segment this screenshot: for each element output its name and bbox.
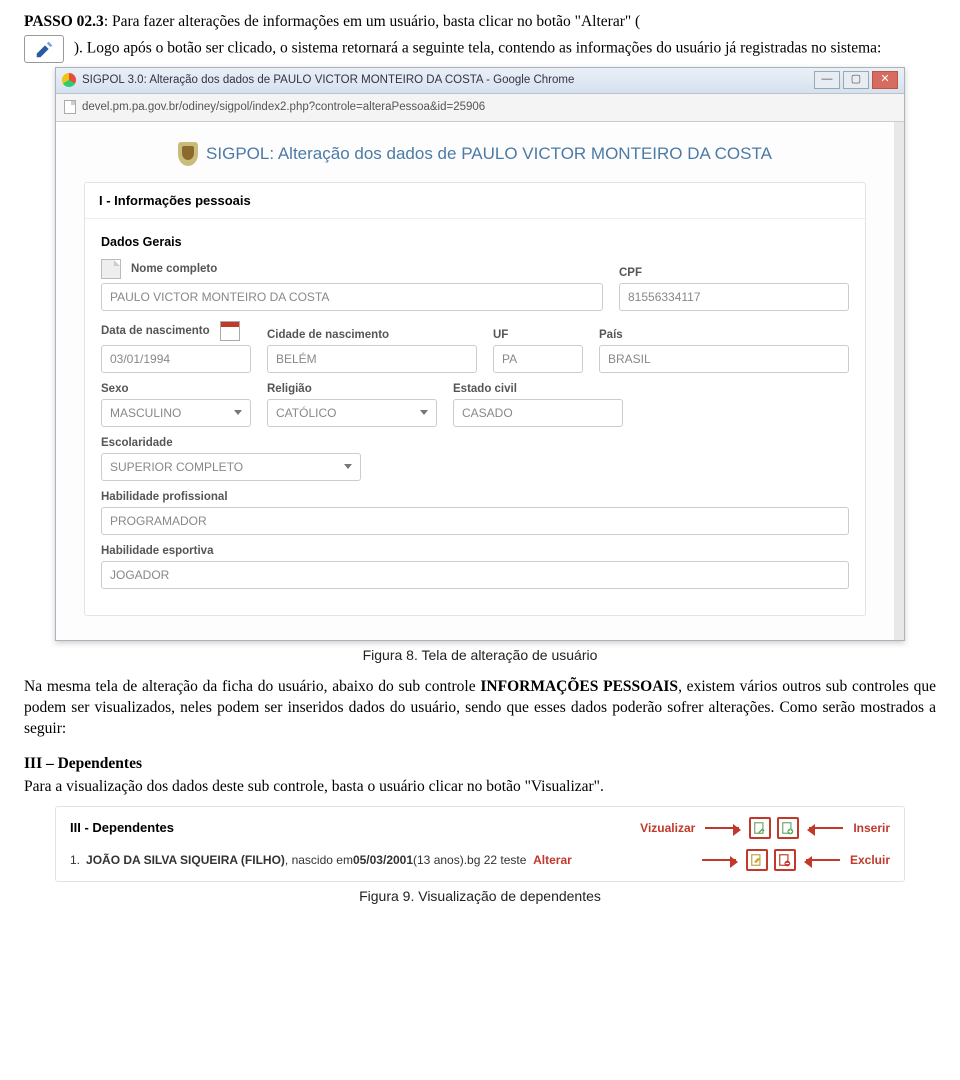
cnasc-input[interactable]: BELÉM	[267, 345, 477, 373]
pais-label: País	[599, 329, 849, 341]
hp-input[interactable]: PROGRAMADOR	[101, 507, 849, 535]
page-content[interactable]: SIGPOL: Alteração dos dados de PAULO VIC…	[56, 122, 904, 640]
page-title: SIGPOL: Alteração dos dados de PAULO VIC…	[84, 142, 866, 166]
row-born: 05/03/2001	[353, 853, 413, 867]
he-input[interactable]: JOGADOR	[101, 561, 849, 589]
chevron-down-icon	[234, 410, 242, 415]
nome-input[interactable]: PAULO VICTOR MONTEIRO DA COSTA	[101, 283, 603, 311]
alterar-link[interactable]: Alterar	[533, 853, 572, 867]
arrow-icon	[809, 827, 843, 829]
esc-label: Escolaridade	[101, 437, 361, 449]
hp-label: Habilidade profissional	[101, 491, 849, 503]
window-min-button[interactable]: —	[814, 71, 840, 89]
alterar-icon[interactable]	[746, 849, 768, 871]
dnasc-label: Data de nascimento	[101, 321, 251, 341]
edit-icon	[24, 35, 64, 63]
sexo-label: Sexo	[101, 383, 251, 395]
figure8-caption: Figura 8. Tela de alteração de usuário	[24, 647, 936, 663]
shield-icon	[178, 142, 198, 166]
address-bar[interactable]: devel.pm.pa.gov.br/odiney/sigpol/index2.…	[56, 94, 904, 122]
window-titlebar: SIGPOL 3.0: Alteração dos dados de PAULO…	[56, 68, 904, 94]
ec-input[interactable]: CASADO	[453, 399, 623, 427]
dnasc-input[interactable]: 03/01/1994	[101, 345, 251, 373]
explain-paragraph: Na mesma tela de alteração da ficha do u…	[24, 677, 936, 740]
step-paragraph: PASSO 02.3: Para fazer alterações de inf…	[24, 12, 936, 33]
dados-gerais-label: Dados Gerais	[101, 235, 849, 249]
uf-input[interactable]: PA	[493, 345, 583, 373]
chrome-window: SIGPOL 3.0: Alteração dos dados de PAULO…	[55, 67, 905, 641]
step-desc-2: ). Logo após o botão ser clicado, o sist…	[74, 39, 881, 56]
window-title: SIGPOL 3.0: Alteração dos dados de PAULO…	[82, 74, 574, 86]
calendar-icon[interactable]	[220, 321, 240, 341]
photo-icon	[101, 259, 121, 279]
step-desc-1: Para fazer alterações de informações em …	[112, 13, 640, 30]
dep-panel-title: III - Dependentes	[70, 820, 174, 835]
step-label: PASSO 02.3	[24, 13, 104, 30]
figure9-caption: Figura 9. Visualização de dependentes	[24, 888, 936, 904]
chrome-icon	[62, 73, 76, 87]
rel-select[interactable]: CATÓLICO	[267, 399, 437, 427]
arrow-icon	[806, 859, 840, 861]
ec-label: Estado civil	[453, 383, 623, 395]
arrow-icon	[705, 827, 739, 829]
chevron-down-icon	[344, 464, 352, 469]
dep-heading: III – Dependentes	[24, 754, 936, 775]
window-max-button[interactable]: ▢	[843, 71, 869, 89]
page-icon	[64, 100, 76, 114]
sexo-select[interactable]: MASCULINO	[101, 399, 251, 427]
inserir-icon[interactable]	[777, 817, 799, 839]
he-label: Habilidade esportiva	[101, 545, 849, 557]
uf-label: UF	[493, 329, 583, 341]
dep-intro: Para a visualização dos dados deste sub …	[24, 777, 936, 798]
cpf-label: CPF	[619, 267, 849, 279]
cpf-input[interactable]: 81556334117	[619, 283, 849, 311]
panel-header: I - Informações pessoais	[85, 183, 865, 219]
inserir-link[interactable]: Inserir	[853, 821, 890, 835]
dependent-row: 1. JOÃO DA SILVA SIQUEIRA (FILHO) , nasc…	[70, 849, 890, 871]
cnasc-label: Cidade de nascimento	[267, 329, 477, 341]
rel-label: Religião	[267, 383, 437, 395]
pais-input[interactable]: BRASIL	[599, 345, 849, 373]
excluir-icon[interactable]	[774, 849, 796, 871]
chevron-down-icon	[420, 410, 428, 415]
step-paragraph-2: ). Logo após o botão ser clicado, o sist…	[24, 35, 936, 63]
esc-select[interactable]: SUPERIOR COMPLETO	[101, 453, 361, 481]
panel-info-pessoais: I - Informações pessoais Dados Gerais No…	[84, 182, 866, 616]
arrow-icon	[702, 859, 736, 861]
row-name: JOÃO DA SILVA SIQUEIRA (FILHO)	[86, 853, 285, 867]
nome-label: Nome completo	[101, 259, 603, 279]
visualizar-icon[interactable]	[749, 817, 771, 839]
row-index: 1.	[70, 853, 80, 867]
window-close-button[interactable]: ✕	[872, 71, 898, 89]
panel-dependentes: III - Dependentes Vizualizar Inserir 1. …	[55, 806, 905, 882]
excluir-link[interactable]: Excluir	[850, 853, 890, 867]
url-text: devel.pm.pa.gov.br/odiney/sigpol/index2.…	[82, 101, 485, 113]
visualizar-link[interactable]: Vizualizar	[640, 821, 695, 835]
row-extra: bg 22 teste	[467, 853, 526, 867]
